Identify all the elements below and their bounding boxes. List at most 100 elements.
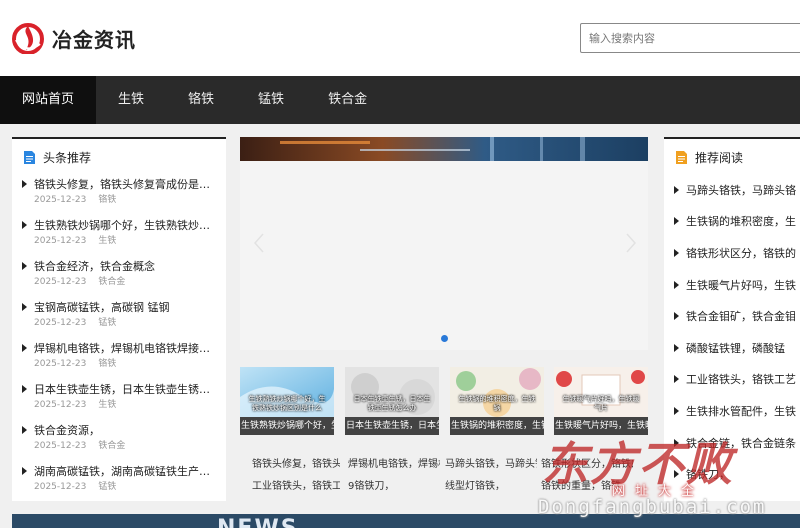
list-item[interactable]: 宝钢高碳锰铁，高碳钢 锰钢 2025-12-23 锰铁 <box>22 298 226 339</box>
list-item[interactable]: 铁合金链，铁合金链条 <box>674 427 800 459</box>
nav-item-pig-iron[interactable]: 生铁 <box>96 76 166 124</box>
list-item[interactable]: 铁合金钼矿，铁合金钼 <box>674 300 800 332</box>
arrow-bullet-icon <box>674 438 679 447</box>
news-tag[interactable]: 铁合金 <box>98 277 125 287</box>
headline-panel-title: 头条推荐 <box>12 139 226 175</box>
news-date: 2025-12-23 <box>34 195 87 205</box>
news-title[interactable]: 铁合金经济，铁合金概念 <box>34 258 216 274</box>
carousel-dot[interactable] <box>441 335 448 342</box>
news-tag[interactable]: 锰铁 <box>98 482 116 492</box>
list-item[interactable]: 焊锡机电铬铁，焊锡机电铬铁焊接方法 2025-12-23 铬铁 <box>22 339 226 380</box>
list-item[interactable]: 铁合金经济，铁合金概念 2025-12-23 铁合金 <box>22 257 226 298</box>
thumb-card[interactable]: 日本生铁壶生锈，日本生铁壶生锈怎么办 日本生铁壶生锈，日本生铁 <box>345 367 439 435</box>
news-date: 2025-12-23 <box>34 441 87 451</box>
list-item[interactable]: 铁合金资源， 2025-12-23 铁合金 <box>22 421 226 462</box>
thumb-card[interactable]: 生铁熟铁炒锅哪个好，生铁熟铁炒锅区别是什么 生铁熟铁炒锅哪个好，生铁 <box>240 367 334 435</box>
list-item[interactable]: 铬铁头修复，铬铁头修复膏成份是什么 2025-12-23 铬铁 <box>22 175 226 216</box>
grid-link[interactable]: 马蹄头铬铁，马蹄头铬 <box>445 455 537 470</box>
grid-link[interactable]: 工业铬铁头，铬铁工艺 <box>252 477 340 492</box>
nav-item-ferromanganese[interactable]: 锰铁 <box>236 76 306 124</box>
panel-title-text: 头条推荐 <box>43 150 92 165</box>
banner-text: NEWS <box>217 514 299 528</box>
thumb-overlay-text: 生铁锅的堆积密度，生铁锅 <box>458 395 536 412</box>
news-tag[interactable]: 锰铁 <box>98 318 116 328</box>
list-item[interactable]: 日本生铁壶生锈，日本生铁壶生锈怎么办 2025-12-23 生铁 <box>22 380 226 421</box>
grid-link[interactable]: 铬铁头修复，铬铁头修复膏 <box>252 455 340 470</box>
arrow-bullet-icon <box>22 303 27 311</box>
list-item[interactable]: 湖南高碳锰铁，湖南高碳锰铁生产厂家 2025-12-23 锰铁 <box>22 462 226 503</box>
grid-link[interactable]: 铬铁的重量，铬铁 <box>541 477 633 492</box>
news-tag[interactable]: 生铁 <box>98 400 116 410</box>
news-tag[interactable]: 铬铁 <box>98 359 116 369</box>
news-date: 2025-12-23 <box>34 359 87 369</box>
arrow-bullet-icon <box>674 217 679 226</box>
grid-link[interactable]: 线型灯铬铁， <box>445 477 537 492</box>
image-carousel[interactable] <box>240 137 648 350</box>
chevron-right-icon[interactable] <box>626 233 636 253</box>
search-input[interactable] <box>580 23 800 53</box>
news-banner[interactable]: NEWS <box>12 514 800 528</box>
thumb-caption[interactable]: 生铁锅的堆积密度，生铁锅 <box>450 417 544 435</box>
arrow-bullet-icon <box>22 426 27 434</box>
rec-title[interactable]: 铬铁形状区分，铬铁的 <box>686 245 796 261</box>
arrow-bullet-icon <box>674 470 679 479</box>
carousel-slide-image <box>240 137 648 161</box>
news-date: 2025-12-23 <box>34 236 87 246</box>
document-icon <box>24 150 35 164</box>
news-title[interactable]: 宝钢高碳锰铁，高碳钢 锰钢 <box>34 299 216 315</box>
news-title[interactable]: 日本生铁壶生锈，日本生铁壶生锈怎么办 <box>34 381 216 397</box>
thumb-caption[interactable]: 生铁熟铁炒锅哪个好，生铁 <box>240 417 334 435</box>
news-tag[interactable]: 生铁 <box>98 236 116 246</box>
rec-title[interactable]: 磷酸锰铁锂，磷酸锰 <box>686 340 785 356</box>
list-item[interactable]: 马蹄头铬铁，马蹄头铬 <box>674 174 800 206</box>
recommended-panel: 推荐阅读 马蹄头铬铁，马蹄头铬 生铁锅的堆积密度，生 铬铁形状区分，铬铁的 生铁… <box>664 137 800 501</box>
main-nav: 网站首页 生铁 铬铁 锰铁 铁合金 <box>0 76 800 124</box>
thumb-caption[interactable]: 生铁暖气片好吗，生铁暖气片 <box>554 417 648 435</box>
news-title[interactable]: 铁合金资源， <box>34 422 216 438</box>
rec-title[interactable]: 工业铬铁头，铬铁工艺 <box>686 371 796 387</box>
list-item[interactable]: 生铁熟铁炒锅哪个好，生铁熟铁炒锅区别 2025-12-23 生铁 <box>22 216 226 257</box>
rec-title[interactable]: 马蹄头铬铁，马蹄头铬 <box>686 182 796 198</box>
thumb-overlay-text: 生铁熟铁炒锅哪个好，生铁熟铁炒锅区别是什么 <box>248 395 326 412</box>
site-header: 冶金资讯 <box>0 0 800 76</box>
arrow-bullet-icon <box>674 375 679 384</box>
news-title[interactable]: 焊锡机电铬铁，焊锡机电铬铁焊接方法 <box>34 340 216 356</box>
news-tag[interactable]: 铁合金 <box>98 441 125 451</box>
list-item[interactable]: 工业铬铁头，铬铁工艺 <box>674 364 800 396</box>
arrow-bullet-icon <box>674 406 679 415</box>
arrow-bullet-icon <box>22 467 27 475</box>
arrow-bullet-icon <box>22 180 27 188</box>
list-item[interactable]: 生铁暖气片好吗，生铁 <box>674 269 800 301</box>
list-item[interactable]: 铬铁刀， <box>674 458 800 490</box>
list-item[interactable]: 生铁排水管配件，生铁 <box>674 395 800 427</box>
grid-link[interactable]: 铬铁形状区分，铬铁的 <box>541 455 633 470</box>
grid-link[interactable]: 9铬铁刀， <box>348 477 440 492</box>
list-item[interactable]: 磷酸锰铁锂，磷酸锰 <box>674 332 800 364</box>
thumb-card[interactable]: 生铁暖气片好吗，生铁暖气片 生铁暖气片好吗，生铁暖气片 <box>554 367 648 435</box>
thumb-caption[interactable]: 日本生铁壶生锈，日本生铁 <box>345 417 439 435</box>
list-item[interactable]: 生铁锅的堆积密度，生 <box>674 206 800 238</box>
rec-title[interactable]: 铬铁刀， <box>686 466 730 482</box>
thumb-overlay-text: 日本生铁壶生锈，日本生铁壶生锈怎么办 <box>353 395 431 412</box>
news-title[interactable]: 铬铁头修复，铬铁头修复膏成份是什么 <box>34 176 216 192</box>
rec-title[interactable]: 铁合金链，铁合金链条 <box>686 435 796 451</box>
document-icon <box>676 150 687 164</box>
news-tag[interactable]: 铬铁 <box>98 195 116 205</box>
recommended-list: 马蹄头铬铁，马蹄头铬 生铁锅的堆积密度，生 铬铁形状区分，铬铁的 生铁暖气片好吗… <box>664 174 800 490</box>
nav-item-ferroalloy[interactable]: 铁合金 <box>306 76 389 124</box>
list-item[interactable]: 铬铁形状区分，铬铁的 <box>674 237 800 269</box>
site-logo[interactable]: 冶金资讯 <box>12 21 136 55</box>
news-title[interactable]: 湖南高碳锰铁，湖南高碳锰铁生产厂家 <box>34 463 216 479</box>
thumb-overlay-text: 生铁暖气片好吗，生铁暖气片 <box>562 395 640 412</box>
nav-item-ferrochrome[interactable]: 铬铁 <box>166 76 236 124</box>
news-title[interactable]: 生铁熟铁炒锅哪个好，生铁熟铁炒锅区别 <box>34 217 216 233</box>
rec-title[interactable]: 生铁排水管配件，生铁 <box>686 403 796 419</box>
rec-title[interactable]: 生铁暖气片好吗，生铁 <box>686 277 796 293</box>
grid-link[interactable]: 焊锡机电铬铁，焊锡机电铬 <box>348 455 440 470</box>
headline-panel: 头条推荐 铬铁头修复，铬铁头修复膏成份是什么 2025-12-23 铬铁 生铁熟铁… <box>12 137 226 501</box>
chevron-left-icon[interactable] <box>254 233 264 253</box>
nav-item-home[interactable]: 网站首页 <box>0 76 97 124</box>
rec-title[interactable]: 铁合金钼矿，铁合金钼 <box>686 308 796 324</box>
rec-title[interactable]: 生铁锅的堆积密度，生 <box>686 213 796 229</box>
thumb-card[interactable]: 生铁锅的堆积密度，生铁锅 生铁锅的堆积密度，生铁锅 <box>450 367 544 435</box>
